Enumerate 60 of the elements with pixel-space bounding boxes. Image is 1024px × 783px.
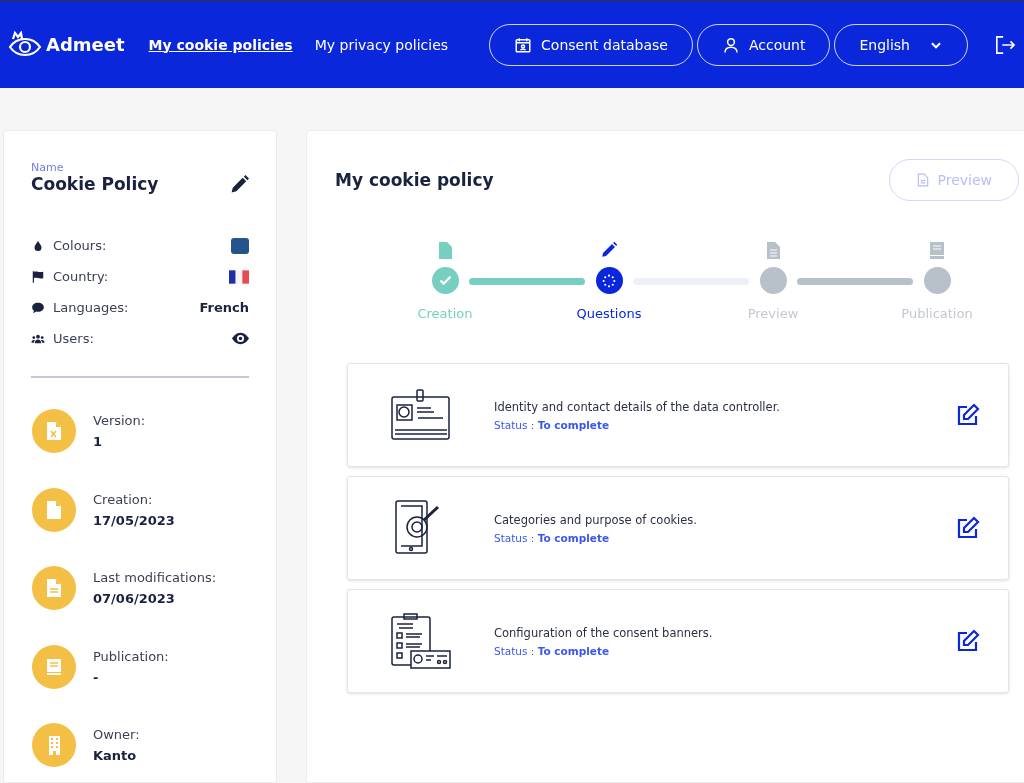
id-card-drawing [391, 389, 451, 441]
nav-link[interactable]: My cookie policies [148, 36, 293, 53]
panel-title: My cookie policy [335, 170, 494, 190]
logout-icon[interactable] [994, 34, 1016, 55]
name-label: Name [31, 161, 65, 174]
spreadsheet-file-icon [46, 421, 62, 442]
meta-value: Kanto [93, 748, 138, 764]
detail-label: Languages: [53, 300, 130, 315]
question-title: Categories and purpose of cookies. [494, 512, 699, 527]
edit-icon [956, 403, 980, 427]
file-icon [46, 499, 62, 520]
nav-link[interactable]: My privacy policies [314, 36, 449, 53]
calendar-icon [514, 35, 533, 54]
step-label: Preview [747, 306, 799, 321]
edit-icon [956, 629, 980, 653]
user-icon [721, 35, 740, 54]
file-icon [438, 242, 452, 259]
step-label: Publication [901, 306, 973, 321]
meta-label: Last modifications: [93, 570, 217, 586]
edit-button[interactable] [956, 516, 980, 540]
detail-label: Country: [53, 269, 110, 284]
meta-label: Owner: [93, 727, 140, 743]
meta-value: 17/05/2023 [93, 512, 175, 528]
document-icon [766, 242, 780, 259]
detail-value: French [199, 300, 249, 315]
speech-bubble-icon [31, 300, 45, 315]
pencil-icon[interactable] [230, 174, 249, 194]
question-title: Identity and contact details of the data controller. [494, 399, 781, 414]
book-icon [930, 242, 944, 259]
question-status: Status : To complete [494, 418, 611, 431]
pencil-icon [600, 241, 618, 259]
policy-name: Cookie Policy [31, 174, 159, 194]
step-label: Creation [417, 306, 473, 321]
french-flag-icon [229, 269, 249, 284]
question-status: Status : To complete [494, 644, 611, 657]
building-icon [47, 735, 61, 756]
question-status: Status : To complete [494, 531, 611, 544]
step-label: Questions [576, 306, 642, 321]
meta-value: 07/06/2023 [93, 591, 176, 607]
check-icon [437, 273, 453, 288]
meta-label: Creation: [93, 491, 154, 507]
document-icon [46, 578, 62, 599]
document-icon [915, 172, 930, 188]
flag-icon [31, 269, 45, 284]
detail-label: Users: [53, 331, 95, 346]
meta-label: Publication: [93, 648, 169, 664]
eye-icon [232, 332, 249, 345]
meta-value: 1 [93, 434, 104, 450]
book-icon [46, 657, 62, 676]
edit-button[interactable] [956, 629, 980, 653]
logo-text: Admeet [46, 34, 125, 55]
meta-label: Version: [93, 413, 146, 429]
eye-crown-logo-icon [8, 30, 42, 59]
edit-button[interactable] [956, 403, 980, 427]
question-title: Configuration of the consent banners. [494, 625, 714, 640]
detail-label: Colours: [53, 238, 108, 253]
checklist-drawing [391, 613, 451, 669]
dotted-circle-icon [601, 272, 617, 289]
edit-icon [956, 516, 980, 540]
meta-value: - [93, 669, 100, 685]
